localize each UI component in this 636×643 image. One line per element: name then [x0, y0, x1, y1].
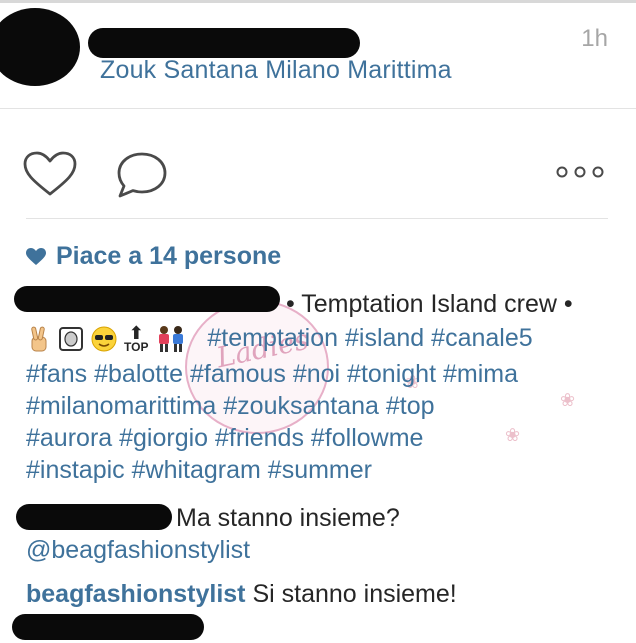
post-time: 1h [581, 25, 608, 52]
comment-2-username[interactable]: beagfashionstylist [26, 580, 246, 608]
actions-divider [26, 218, 608, 219]
heart-filled-icon [26, 247, 46, 265]
header-divider [0, 108, 636, 109]
caption-title: • Temptation Island crew • [286, 290, 573, 318]
caption-line-5[interactable]: #aurora #giorgio #friends #followme [26, 422, 423, 454]
caption-line-2: ⬆ TOP #temptation #island #canale5 [26, 322, 533, 354]
heart-outline-icon[interactable] [22, 150, 78, 198]
post-location[interactable]: Zouk Santana Milano Marittima [100, 56, 452, 85]
commenter-username-redacted[interactable] [16, 504, 172, 530]
couple-icon [159, 326, 184, 353]
username-redacted[interactable] [88, 28, 360, 58]
likes-label: Piace a 14 persone [56, 242, 282, 270]
comment-2: beagfashionstylist Si stanno insieme! [26, 578, 457, 610]
comment-2-text: Si stanno insieme! [252, 580, 457, 608]
top-arrow-icon: ⬆ TOP [124, 323, 149, 355]
caption-line-4[interactable]: #milanomarittima #zouksantana #top [26, 390, 435, 422]
comment-1-text: Ma stanno insieme? [176, 504, 400, 532]
sunglasses-face-icon [91, 326, 117, 352]
top-border [0, 0, 636, 3]
alien-box-icon [59, 327, 83, 352]
paw-icon: ❀ [505, 425, 521, 445]
caption-username-redacted[interactable] [14, 286, 280, 312]
victory-hand-icon [31, 327, 47, 352]
likes-count[interactable]: Piace a 14 persone [26, 242, 281, 271]
paw-icon: ❀ [560, 390, 576, 410]
comment-bubble-icon[interactable] [116, 151, 168, 199]
more-options-icon[interactable] [555, 164, 605, 180]
caption-line-3[interactable]: #fans #balotte #famous #noi #tonight #mi… [26, 358, 518, 390]
caption-emojis: ⬆ TOP [26, 324, 194, 354]
caption-line-6[interactable]: #instapic #whitagram #summer [26, 454, 372, 486]
commenter-username-redacted[interactable] [12, 614, 204, 640]
avatar-redacted[interactable] [0, 8, 80, 86]
comment-1-mention[interactable]: @beagfashionstylist [26, 534, 250, 566]
